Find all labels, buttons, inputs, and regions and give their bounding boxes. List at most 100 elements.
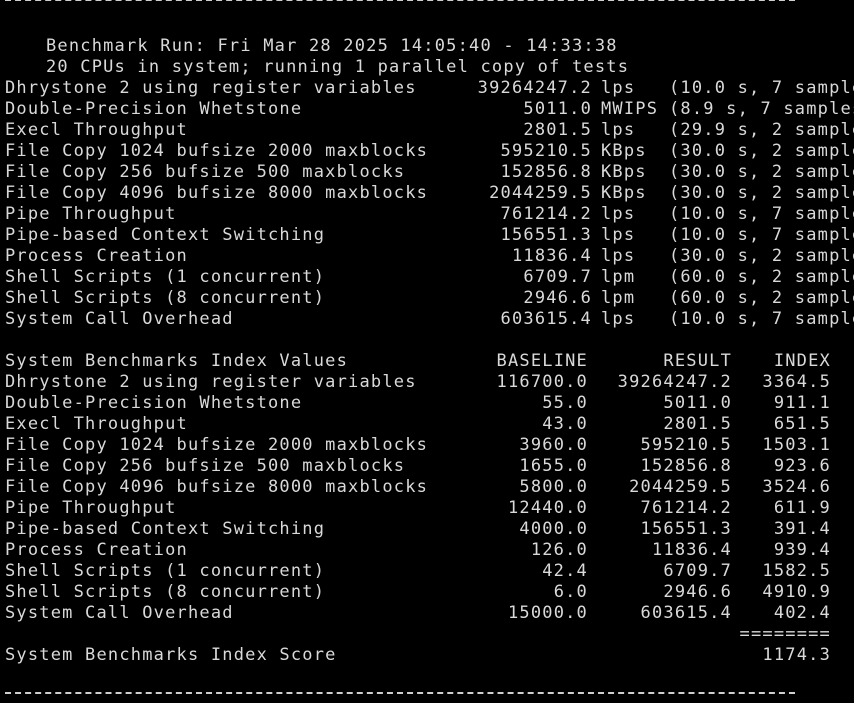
result-detail: (60.0 s, 2 samples)	[669, 288, 854, 308]
result-name: Dhrystone 2 using register variables	[5, 78, 417, 98]
top-dashed-rule	[5, 0, 795, 1]
index-row-result: 2801.5	[663, 414, 732, 434]
index-row-index: 3364.5	[762, 372, 831, 392]
index-row-name: File Copy 4096 bufsize 8000 maxblocks	[5, 477, 429, 497]
result-name: File Copy 4096 bufsize 8000 maxblocks	[5, 183, 429, 203]
index-row-result: 152856.8	[640, 456, 732, 476]
result-unit: lps	[601, 78, 636, 98]
index-row-baseline: 1655.0	[519, 456, 588, 476]
index-row-baseline: 43.0	[542, 414, 588, 434]
result-unit: lps	[601, 225, 636, 245]
column-header-index: INDEX	[773, 351, 831, 371]
result-value: 5011.0	[523, 99, 592, 119]
index-row-baseline: 4000.0	[519, 519, 588, 539]
index-row-index: 611.9	[773, 498, 831, 518]
index-separator: ========	[739, 624, 831, 644]
index-row-name: Pipe-based Context Switching	[5, 519, 326, 539]
index-row-result: 6709.7	[663, 561, 732, 581]
result-value: 152856.8	[500, 162, 592, 182]
index-row-result: 39264247.2	[617, 372, 732, 392]
result-detail: (30.0 s, 2 samples)	[669, 162, 854, 182]
index-row-index: 4910.9	[762, 582, 831, 602]
column-header-baseline: BASELINE	[496, 351, 588, 371]
index-row-baseline: 5800.0	[519, 477, 588, 497]
result-detail: (10.0 s, 7 samples)	[669, 309, 854, 329]
result-detail: (30.0 s, 2 samples)	[669, 141, 854, 161]
result-detail: (10.0 s, 7 samples)	[669, 204, 854, 224]
index-row-name: Dhrystone 2 using register variables	[5, 372, 417, 392]
result-value: 156551.3	[500, 225, 592, 245]
index-row-name: Process Creation	[5, 540, 188, 560]
index-row-index: 651.5	[773, 414, 831, 434]
result-name: File Copy 256 bufsize 500 maxblocks	[5, 162, 406, 182]
column-header-result: RESULT	[663, 351, 732, 371]
result-value: 2801.5	[523, 120, 592, 140]
result-detail: (60.0 s, 2 samples)	[669, 267, 854, 287]
result-value: 2044259.5	[489, 183, 592, 203]
index-row-index: 402.4	[773, 603, 831, 623]
result-name: Shell Scripts (1 concurrent)	[5, 267, 326, 287]
index-row-result: 2044259.5	[629, 477, 732, 497]
index-score-label: System Benchmarks Index Score	[5, 645, 337, 665]
index-row-baseline: 126.0	[530, 540, 588, 560]
result-value: 761214.2	[500, 204, 592, 224]
index-row-name: Shell Scripts (1 concurrent)	[5, 561, 326, 581]
result-value: 603615.4	[500, 309, 592, 329]
index-row-name: Execl Throughput	[5, 414, 188, 434]
index-row-baseline: 55.0	[542, 393, 588, 413]
cpu-info-line: 20 CPUs in system; running 1 parallel co…	[5, 36, 629, 77]
index-row-index: 939.4	[773, 540, 831, 560]
result-unit: MWIPS	[601, 99, 659, 119]
index-row-baseline: 116700.0	[496, 372, 588, 392]
index-row-index: 391.4	[773, 519, 831, 539]
index-row-result: 156551.3	[640, 519, 732, 539]
index-row-baseline: 15000.0	[507, 603, 588, 623]
result-unit: lps	[601, 246, 636, 266]
result-name: Pipe-based Context Switching	[5, 225, 326, 245]
result-detail: (29.9 s, 2 samples)	[669, 120, 854, 140]
index-row-result: 2946.6	[663, 582, 732, 602]
index-row-result: 603615.4	[640, 603, 732, 623]
index-row-index: 923.6	[773, 456, 831, 476]
index-row-name: Pipe Throughput	[5, 498, 177, 518]
result-detail: (30.0 s, 2 samples)	[669, 246, 854, 266]
index-row-baseline: 42.4	[542, 561, 588, 581]
index-row-name: File Copy 256 bufsize 500 maxblocks	[5, 456, 406, 476]
index-row-name: System Call Overhead	[5, 603, 234, 623]
index-score-value: 1174.3	[762, 645, 831, 665]
index-row-result: 5011.0	[663, 393, 732, 413]
result-name: Double-Precision Whetstone	[5, 99, 303, 119]
terminal-window: Benchmark Run: Fri Mar 28 2025 14:05:40 …	[0, 0, 854, 703]
result-name: File Copy 1024 bufsize 2000 maxblocks	[5, 141, 429, 161]
result-value: 6709.7	[523, 267, 592, 287]
bottom-dashed-rule	[5, 692, 795, 694]
index-row-name: File Copy 1024 bufsize 2000 maxblocks	[5, 435, 429, 455]
index-row-baseline: 6.0	[553, 582, 588, 602]
index-title: System Benchmarks Index Values	[5, 351, 349, 371]
result-value: 2946.6	[523, 288, 592, 308]
result-value: 39264247.2	[477, 78, 592, 98]
result-detail: (10.0 s, 7 samples)	[669, 225, 854, 245]
result-unit: lps	[601, 204, 636, 224]
result-value: 11836.4	[511, 246, 592, 266]
index-row-index: 1582.5	[762, 561, 831, 581]
result-unit: lps	[601, 120, 636, 140]
result-name: Execl Throughput	[5, 120, 188, 140]
result-unit: lpm	[601, 267, 636, 287]
result-value: 595210.5	[500, 141, 592, 161]
index-row-index: 3524.6	[762, 477, 831, 497]
index-row-index: 1503.1	[762, 435, 831, 455]
result-detail: (30.0 s, 2 samples)	[669, 183, 854, 203]
result-name: Process Creation	[5, 246, 188, 266]
index-row-baseline: 3960.0	[519, 435, 588, 455]
result-detail: (8.9 s, 7 samples)	[669, 99, 854, 119]
index-row-result: 11836.4	[651, 540, 732, 560]
result-name: System Call Overhead	[5, 309, 234, 329]
index-row-index: 911.1	[773, 393, 831, 413]
result-name: Shell Scripts (8 concurrent)	[5, 288, 326, 308]
benchmark-run-line: Benchmark Run: Fri Mar 28 2025 14:05:40 …	[5, 15, 618, 56]
index-row-baseline: 12440.0	[507, 498, 588, 518]
result-unit: KBps	[601, 162, 647, 182]
index-row-result: 595210.5	[640, 435, 732, 455]
cpu-info-text: 20 CPUs in system; running 1 parallel co…	[45, 57, 630, 77]
